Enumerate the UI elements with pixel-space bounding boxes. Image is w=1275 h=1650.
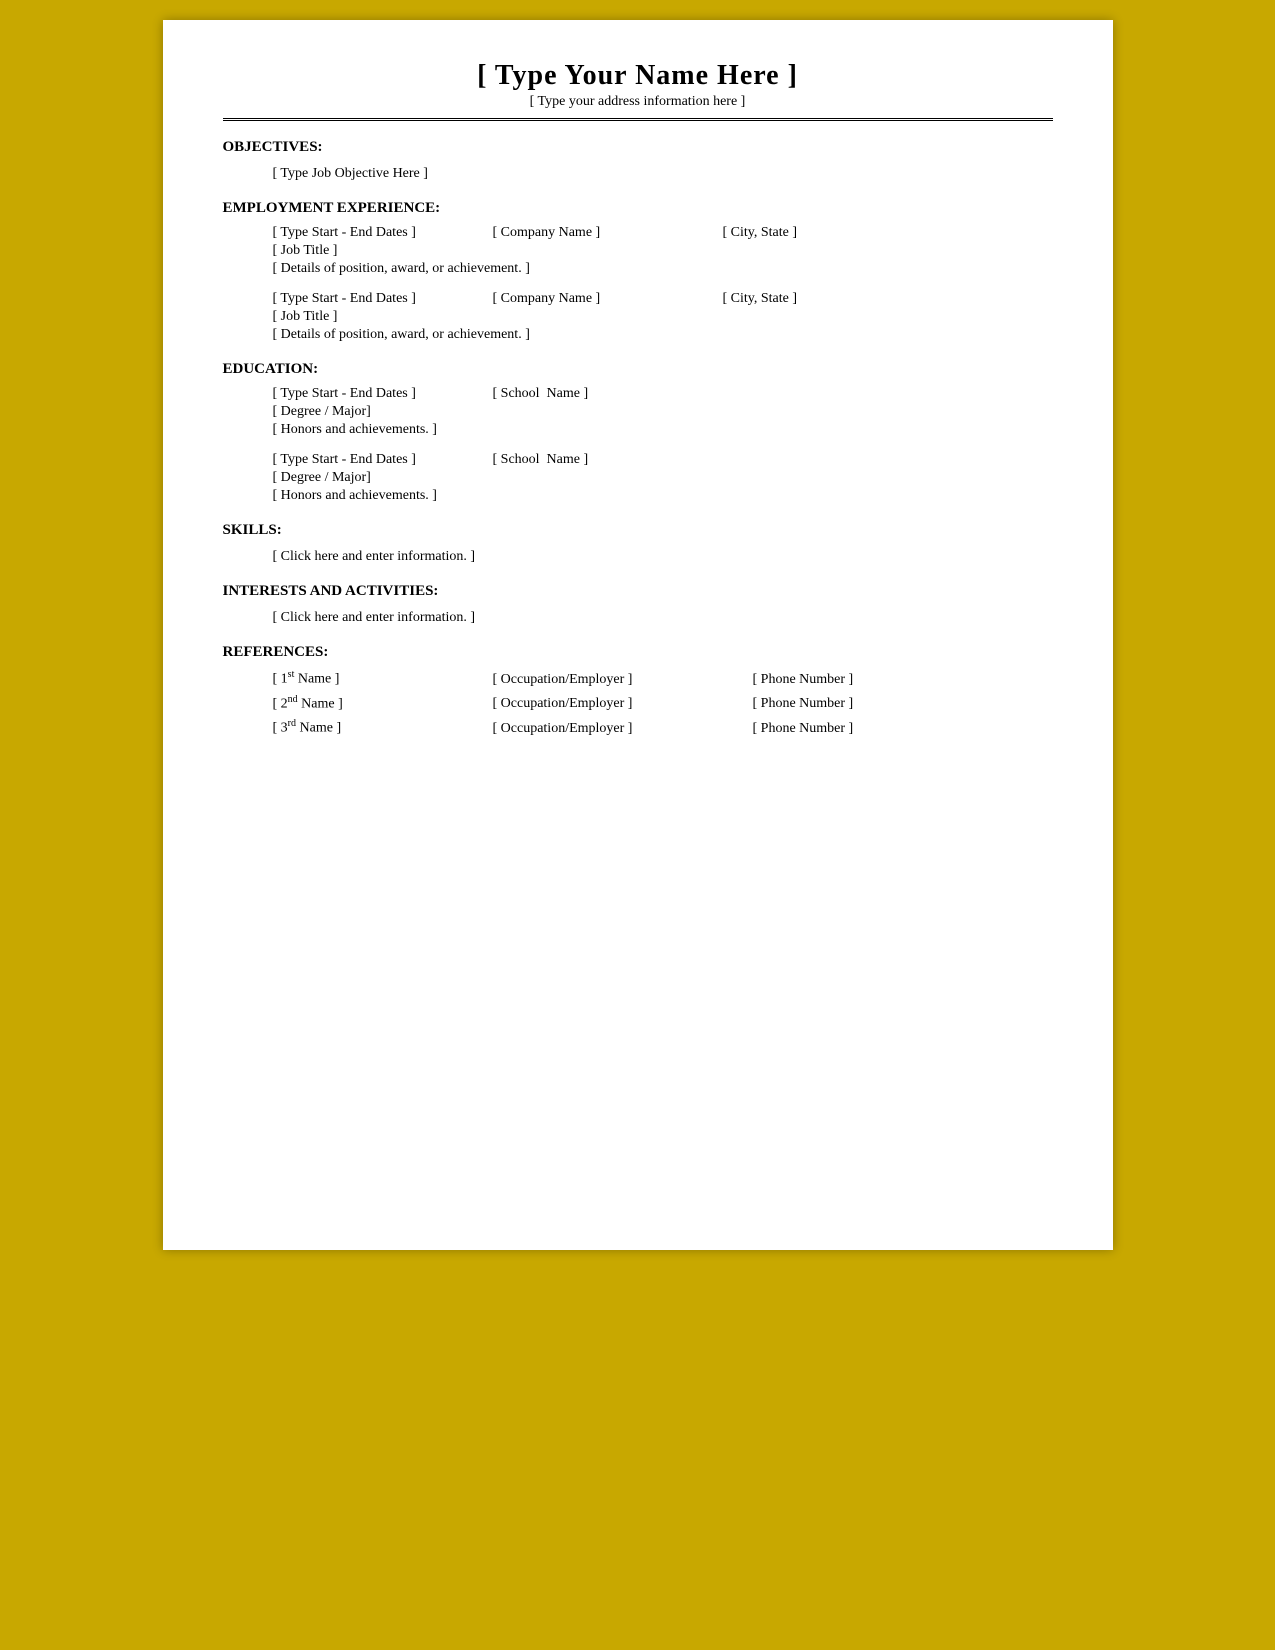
skills-section: SKILLS: [ Click here and enter informati… bbox=[223, 522, 1053, 565]
header: [ Type Your Name Here ] [ Type your addr… bbox=[223, 60, 1053, 110]
ref1-name[interactable]: [ 1st Name ] bbox=[273, 669, 493, 688]
emp1-jobtitle[interactable]: [ Job Title ] bbox=[273, 243, 1053, 259]
reference-row-3: [ 3rd Name ] [ Occupation/Employer ] [ P… bbox=[273, 718, 1053, 737]
objectives-text[interactable]: [ Type Job Objective Here ] bbox=[273, 166, 428, 181]
emp1-dates[interactable]: [ Type Start - End Dates ] bbox=[273, 225, 493, 241]
edu-row1-2: [ Type Start - End Dates ] [ School Name… bbox=[273, 452, 1053, 468]
edu1-degree[interactable]: [ Degree / Major] bbox=[273, 404, 1053, 420]
skills-content: [ Click here and enter information. ] bbox=[223, 547, 1053, 565]
ref1-occupation[interactable]: [ Occupation/Employer ] bbox=[493, 672, 753, 688]
edu2-school[interactable]: [ School Name ] bbox=[493, 452, 589, 468]
emp2-city[interactable]: [ City, State ] bbox=[723, 291, 798, 307]
emp2-company[interactable]: [ Company Name ] bbox=[493, 291, 723, 307]
employment-row1-2: [ Type Start - End Dates ] [ Company Nam… bbox=[273, 291, 1053, 307]
edu1-dates[interactable]: [ Type Start - End Dates ] bbox=[273, 386, 493, 402]
education-section: EDUCATION: [ Type Start - End Dates ] [ … bbox=[223, 361, 1053, 504]
edu2-honors[interactable]: [ Honors and achievements. ] bbox=[273, 488, 1053, 504]
emp2-details[interactable]: [ Details of position, award, or achieve… bbox=[273, 327, 1053, 343]
skills-text[interactable]: [ Click here and enter information. ] bbox=[273, 549, 476, 564]
edu2-dates[interactable]: [ Type Start - End Dates ] bbox=[273, 452, 493, 468]
interests-section: INTERESTS AND ACTIVITIES: [ Click here a… bbox=[223, 583, 1053, 626]
employment-section: EMPLOYMENT EXPERIENCE: [ Type Start - En… bbox=[223, 200, 1053, 343]
emp1-company[interactable]: [ Company Name ] bbox=[493, 225, 723, 241]
employment-entry-2: [ Type Start - End Dates ] [ Company Nam… bbox=[273, 291, 1053, 343]
reference-row-2: [ 2nd Name ] [ Occupation/Employer ] [ P… bbox=[273, 694, 1053, 713]
edu2-degree[interactable]: [ Degree / Major] bbox=[273, 470, 1053, 486]
resume-page: [ Type Your Name Here ] [ Type your addr… bbox=[163, 20, 1113, 1250]
skills-title: SKILLS: bbox=[223, 522, 1053, 539]
education-entry-2: [ Type Start - End Dates ] [ School Name… bbox=[273, 452, 1053, 504]
objectives-content: [ Type Job Objective Here ] bbox=[223, 164, 1053, 182]
objectives-title: OBJECTIVES: bbox=[223, 139, 1053, 156]
education-entry-1: [ Type Start - End Dates ] [ School Name… bbox=[273, 386, 1053, 438]
ref2-name[interactable]: [ 2nd Name ] bbox=[273, 694, 493, 713]
education-content: [ Type Start - End Dates ] [ School Name… bbox=[223, 386, 1053, 504]
edu1-school[interactable]: [ School Name ] bbox=[493, 386, 589, 402]
ref1-phone[interactable]: [ Phone Number ] bbox=[753, 672, 854, 688]
education-title: EDUCATION: bbox=[223, 361, 1053, 378]
edu1-honors[interactable]: [ Honors and achievements. ] bbox=[273, 422, 1053, 438]
references-section: REFERENCES: [ 1st Name ] [ Occupation/Em… bbox=[223, 644, 1053, 737]
emp1-city[interactable]: [ City, State ] bbox=[723, 225, 798, 241]
employment-title: EMPLOYMENT EXPERIENCE: bbox=[223, 200, 1053, 217]
ref2-phone[interactable]: [ Phone Number ] bbox=[753, 696, 854, 712]
employment-content: [ Type Start - End Dates ] [ Company Nam… bbox=[223, 225, 1053, 343]
reference-row-1: [ 1st Name ] [ Occupation/Employer ] [ P… bbox=[273, 669, 1053, 688]
references-content: [ 1st Name ] [ Occupation/Employer ] [ P… bbox=[223, 669, 1053, 737]
interests-title: INTERESTS AND ACTIVITIES: bbox=[223, 583, 1053, 600]
address-line[interactable]: [ Type your address information here ] bbox=[223, 94, 1053, 110]
interests-text[interactable]: [ Click here and enter information. ] bbox=[273, 610, 476, 625]
ref3-name[interactable]: [ 3rd Name ] bbox=[273, 718, 493, 737]
references-title: REFERENCES: bbox=[223, 644, 1053, 661]
emp1-details[interactable]: [ Details of position, award, or achieve… bbox=[273, 261, 1053, 277]
edu-row1-1: [ Type Start - End Dates ] [ School Name… bbox=[273, 386, 1053, 402]
header-rule bbox=[223, 118, 1053, 121]
emp2-jobtitle[interactable]: [ Job Title ] bbox=[273, 309, 1053, 325]
objectives-section: OBJECTIVES: [ Type Job Objective Here ] bbox=[223, 139, 1053, 182]
employment-entry-1: [ Type Start - End Dates ] [ Company Nam… bbox=[273, 225, 1053, 277]
name-title[interactable]: [ Type Your Name Here ] bbox=[223, 60, 1053, 92]
emp2-dates[interactable]: [ Type Start - End Dates ] bbox=[273, 291, 493, 307]
interests-content: [ Click here and enter information. ] bbox=[223, 608, 1053, 626]
ref3-phone[interactable]: [ Phone Number ] bbox=[753, 721, 854, 737]
ref2-occupation[interactable]: [ Occupation/Employer ] bbox=[493, 696, 753, 712]
employment-row1-1: [ Type Start - End Dates ] [ Company Nam… bbox=[273, 225, 1053, 241]
ref3-occupation[interactable]: [ Occupation/Employer ] bbox=[493, 721, 753, 737]
